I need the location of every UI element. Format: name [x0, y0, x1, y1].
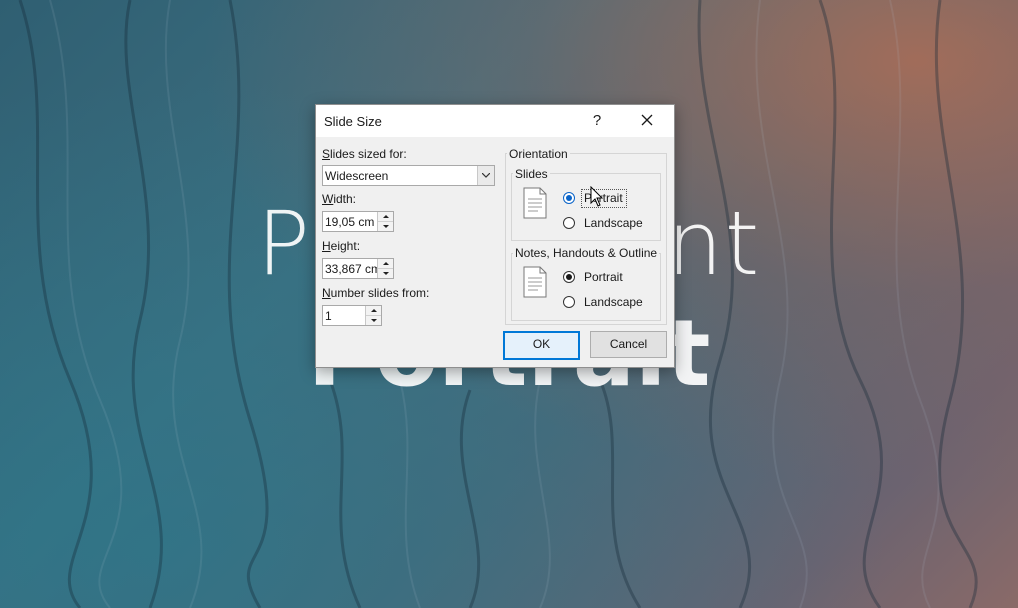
- dialog-title: Slide Size: [324, 114, 382, 129]
- slides-orientation-legend: Slides: [513, 167, 550, 181]
- slide-document-icon: [523, 187, 547, 219]
- radio-selected-icon: [563, 192, 575, 204]
- slide-size-dialog: Slide Size ? Slides sized for: Widescree…: [315, 104, 675, 368]
- spin-down-icon: [370, 319, 377, 322]
- notes-portrait-radio[interactable]: Portrait: [563, 269, 663, 287]
- number-spin-up[interactable]: [366, 306, 381, 316]
- height-label: Height:: [322, 239, 361, 253]
- spin-down-icon: [382, 225, 389, 228]
- slides-portrait-radio[interactable]: Portrait: [563, 189, 663, 208]
- close-icon: [641, 114, 653, 126]
- spin-up-icon: [382, 215, 389, 218]
- number-slides-from-spinner[interactable]: 1: [322, 305, 382, 326]
- slides-sized-for-value: Widescreen: [325, 169, 389, 183]
- width-spinner[interactable]: 19,05 cm: [322, 211, 394, 232]
- orientation-legend: Orientation: [507, 147, 570, 161]
- height-spinner[interactable]: 33,867 cm: [322, 258, 394, 279]
- number-slides-from-input[interactable]: 1: [325, 309, 365, 323]
- mouse-cursor-icon: [590, 186, 604, 207]
- spin-down-icon: [382, 272, 389, 275]
- spin-up-icon: [382, 262, 389, 265]
- width-spin-down[interactable]: [378, 222, 393, 231]
- cancel-button[interactable]: Cancel: [590, 331, 667, 358]
- radio-selected-icon: [563, 271, 575, 283]
- radio-unselected-icon: [563, 296, 575, 308]
- notes-orientation-legend: Notes, Handouts & Outline: [513, 246, 660, 260]
- width-label: Width:: [322, 192, 357, 206]
- width-spin-up[interactable]: [378, 212, 393, 222]
- slides-landscape-label: Landscape: [584, 216, 643, 230]
- height-input[interactable]: 33,867 cm: [325, 262, 377, 276]
- notes-document-icon: [523, 266, 547, 298]
- height-spin-down[interactable]: [378, 269, 393, 278]
- dialog-titlebar[interactable]: Slide Size ?: [316, 105, 674, 137]
- slides-sized-for-dropdown[interactable]: Widescreen: [322, 165, 495, 186]
- notes-portrait-label: Portrait: [584, 270, 623, 284]
- ok-button[interactable]: OK: [503, 331, 580, 360]
- number-spin-down[interactable]: [366, 316, 381, 325]
- notes-landscape-radio[interactable]: Landscape: [563, 294, 663, 312]
- radio-unselected-icon: [563, 217, 575, 229]
- help-button[interactable]: ?: [586, 110, 608, 132]
- spin-up-icon: [370, 309, 377, 312]
- close-button[interactable]: [634, 109, 660, 133]
- number-slides-from-label: Number slides from:: [322, 286, 430, 300]
- height-spin-up[interactable]: [378, 259, 393, 269]
- slides-sized-for-label: Slides sized for:: [322, 147, 407, 161]
- dropdown-arrow-button[interactable]: [477, 166, 494, 185]
- width-input[interactable]: 19,05 cm: [325, 215, 377, 229]
- slides-landscape-radio[interactable]: Landscape: [563, 215, 663, 233]
- dropdown-arrow-icon: [482, 173, 490, 178]
- notes-landscape-label: Landscape: [584, 295, 643, 309]
